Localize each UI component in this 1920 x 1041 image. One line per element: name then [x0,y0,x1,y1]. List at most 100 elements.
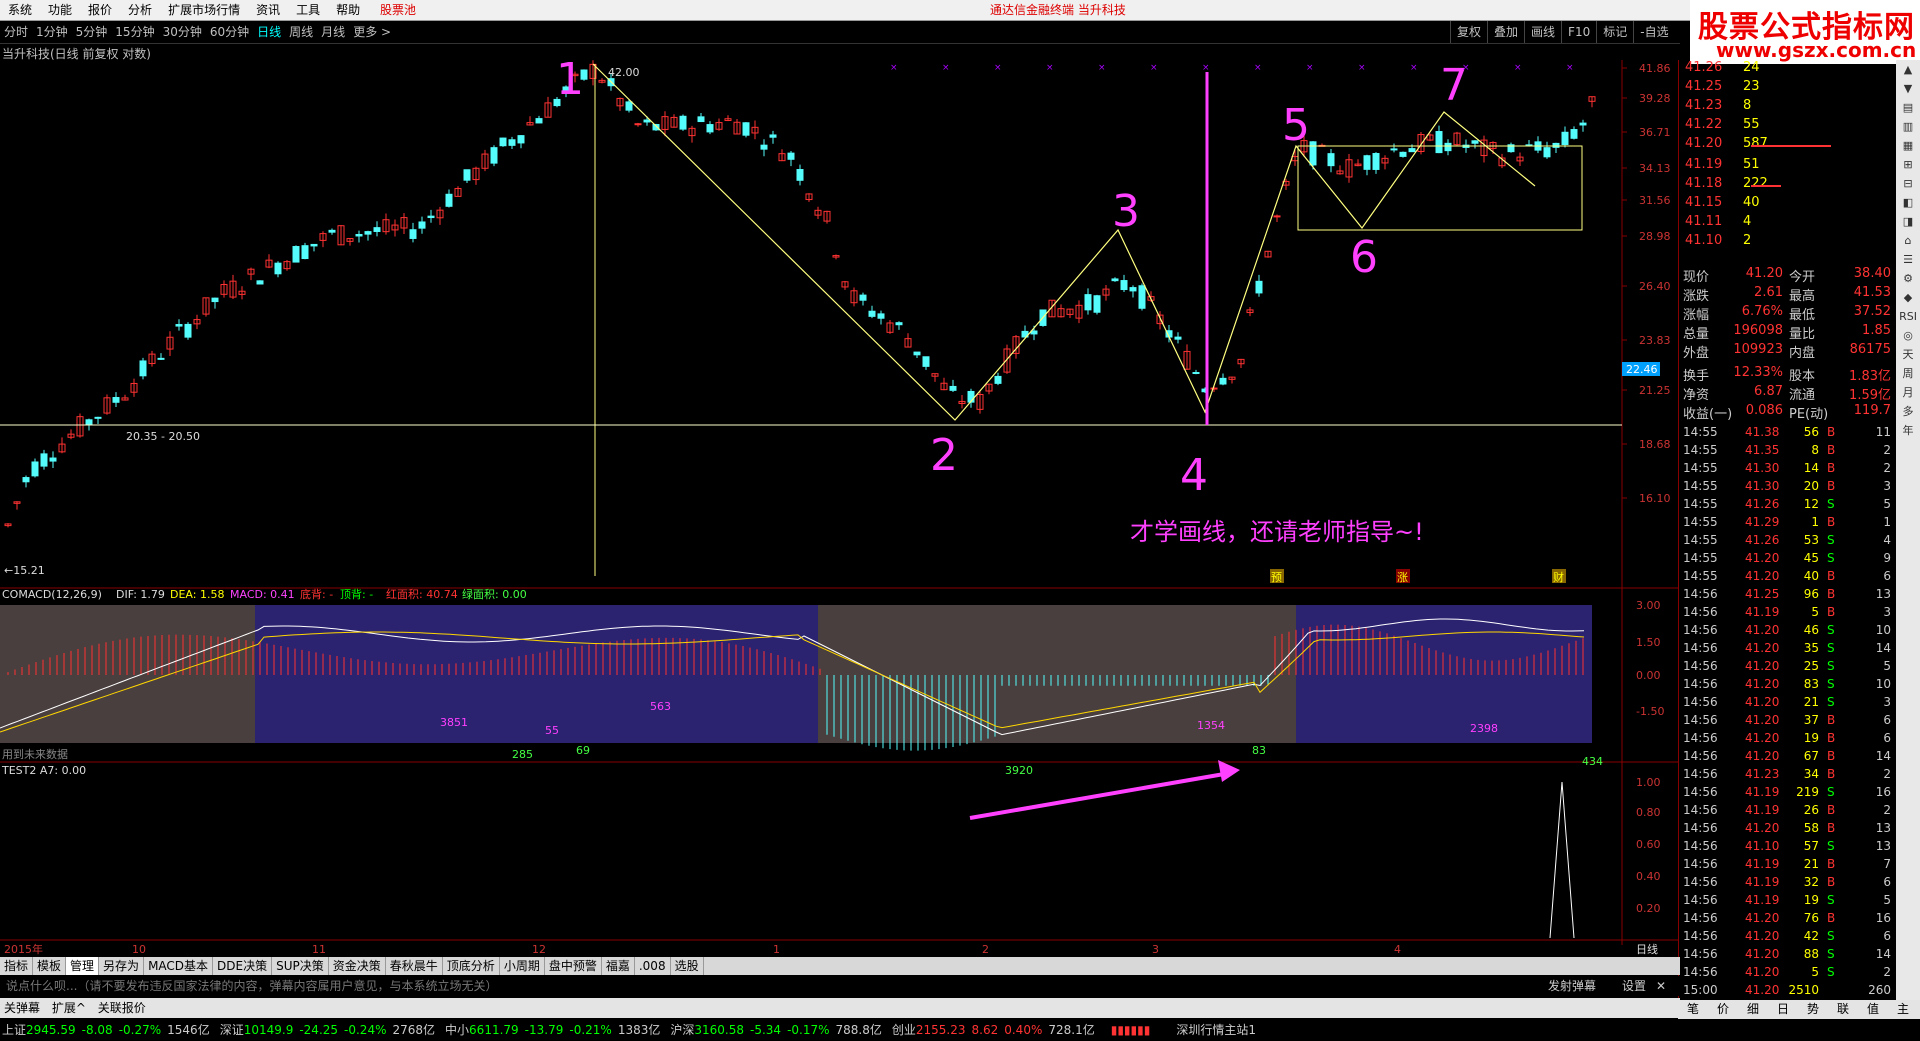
danmaku-settings-button[interactable]: 设置 [1622,976,1646,996]
period-tab-8[interactable]: 月线 [317,21,349,43]
indicator-tab-0[interactable]: 指标 [0,957,34,975]
send-danmaku-button[interactable]: 发射弹幕 [1548,976,1596,996]
panel-tab-5[interactable]: 联 [1828,1000,1858,1019]
indicator-tab-8[interactable]: 春秋晨牛 [386,957,443,975]
period-tab-7[interactable]: 周线 [285,21,317,43]
chart-tool-button-2[interactable]: 画线 [1524,21,1561,43]
side-tool-icon[interactable]: 年 [1896,421,1920,440]
tick-row: 14:55 41.30 14 B 2 [1679,461,1895,479]
period-tab-6[interactable]: 日线 [253,21,285,43]
candle-body [1444,142,1452,152]
orderbook-price: 41.10 [1685,233,1723,248]
menu-item-2[interactable]: 报价 [80,0,120,20]
panel-tab-2[interactable]: 细 [1738,1000,1768,1019]
menu-item-6[interactable]: 工具 [288,0,328,20]
side-tool-icon[interactable]: 月 [1896,383,1920,402]
tick-time: 14:56 [1683,677,1718,691]
tick-vol: 42 [1803,929,1819,943]
menu-item-1[interactable]: 功能 [40,0,80,20]
side-tool-icon[interactable]: ☰ [1896,250,1920,269]
indicator-tab-10[interactable]: 小周期 [500,957,545,975]
tick-count: 14 [1875,641,1891,655]
indicator-tab-7[interactable]: 资金决策 [329,957,386,975]
side-tool-icon[interactable]: ◆ [1896,288,1920,307]
period-tab-1[interactable]: 1分钟 [32,21,72,43]
menu-item-7[interactable]: 帮助 [328,0,368,20]
test2-y-tick: 0.20 [1636,902,1661,915]
side-tool-icon[interactable]: ⊟ [1896,174,1920,193]
period-tab-5[interactable]: 60分钟 [206,21,253,43]
kline-chart[interactable]: 3.001.500.00-1.5038512855569563392013548… [0,60,1678,957]
indicator-tab-14[interactable]: 选股 [671,957,704,975]
y-tick-label: 31.56 [1639,194,1671,207]
quote-key: 收益(一) [1683,407,1733,422]
indicator-tab-3[interactable]: 另存为 [99,957,145,975]
side-tool-icon[interactable]: ⌂ [1896,231,1920,250]
chart-tool-button-5[interactable]: -自选 [1633,21,1674,43]
side-tool-icon[interactable]: ⊞ [1896,155,1920,174]
indicator-tab-12[interactable]: 福嘉 [602,957,635,975]
candle-body [787,152,795,160]
panel-tab-7[interactable]: 主 [1888,1000,1918,1019]
side-tool-icon[interactable]: ▦ [1896,136,1920,155]
panel-tab-6[interactable]: 值 [1858,1000,1888,1019]
candle-body [310,243,318,247]
panel-tab-1[interactable]: 价 [1708,1000,1738,1019]
period-tab-2[interactable]: 5分钟 [72,21,112,43]
side-tool-icon[interactable]: ▼ [1896,79,1920,98]
indicator-tab-11[interactable]: 盘中预警 [545,957,602,975]
side-tool-icon[interactable]: 多 [1896,402,1920,421]
period-tab-9[interactable]: 更多 > [349,21,395,43]
panel-tab-0[interactable]: 笔 [1678,1000,1708,1019]
x-tick-label: 10 [132,943,146,956]
expand-button[interactable]: 扩展^ [48,998,90,1018]
period-tab-4[interactable]: 30分钟 [159,21,206,43]
chart-tool-button-3[interactable]: F10 [1561,21,1596,43]
tick-time: 14:55 [1683,515,1718,529]
indicator-tab-1[interactable]: 模板 [33,957,67,975]
panel-tab-4[interactable]: 势 [1798,1000,1828,1019]
side-tool-icon[interactable]: RSI [1896,307,1920,326]
side-tool-icon[interactable]: ◨ [1896,212,1920,231]
tick-time: 14:55 [1683,461,1718,475]
menu-stock-pool[interactable]: 股票池 [372,0,424,20]
side-tool-icon[interactable]: 周 [1896,364,1920,383]
candle-body [1579,122,1587,126]
danmaku-input[interactable]: 说点什么呗...（请不要发布违反国家法律的内容，弹幕内容属用户意见，与本系统立场… [6,976,497,996]
tick-side: S [1827,929,1835,943]
candle-body [355,233,363,237]
indicator-tab-5[interactable]: DDE决策 [213,957,273,975]
menu-item-4[interactable]: 扩展市场行情 [160,0,248,20]
indicator-tab-6[interactable]: SUP决策 [272,957,329,975]
close-icon[interactable]: ✕ [1656,976,1666,996]
toggle-danmaku-button[interactable]: 关弹幕 [0,998,44,1018]
indicator-tab-2[interactable]: 管理 [66,957,100,975]
quote-panel: 41.26 24 41.25 23 41.23 8 41.22 55 41.20 587 41.19… [1678,60,1895,1010]
candle-body [445,193,453,207]
indicator-tab-9[interactable]: 顶底分析 [443,957,500,975]
period-tab-0[interactable]: 分时 [0,21,32,43]
candle-body [1543,147,1551,158]
side-tool-icon[interactable]: ⚙ [1896,269,1920,288]
side-tool-icon[interactable]: ◎ [1896,326,1920,345]
side-tool-icon[interactable]: ▤ [1896,98,1920,117]
period-tab-3[interactable]: 15分钟 [111,21,158,43]
menu-item-0[interactable]: 系统 [0,0,40,20]
chart-tool-button-1[interactable]: 叠加 [1487,21,1524,43]
chart-tool-button-4[interactable]: 标记 [1596,21,1633,43]
panel-tab-3[interactable]: 日 [1768,1000,1798,1019]
tick-side: B [1827,857,1836,871]
top-x-mark: × [1306,63,1314,73]
side-tool-icon[interactable]: ▥ [1896,117,1920,136]
side-tool-icon[interactable]: 天 [1896,345,1920,364]
tick-vol: 35 [1803,641,1819,655]
side-tool-icon[interactable]: ▲ [1896,60,1920,79]
menu-item-5[interactable]: 资讯 [248,0,288,20]
indicator-tab-13[interactable]: .008 [635,957,671,975]
menu-item-3[interactable]: 分析 [120,0,160,20]
linked-quote-button[interactable]: 关联报价 [94,998,150,1018]
chart-tool-button-0[interactable]: 复权 [1450,21,1487,43]
side-tool-icon[interactable]: ◧ [1896,193,1920,212]
quote-key: 外盘 [1683,346,1710,361]
indicator-tab-4[interactable]: MACD基本 [144,957,214,975]
